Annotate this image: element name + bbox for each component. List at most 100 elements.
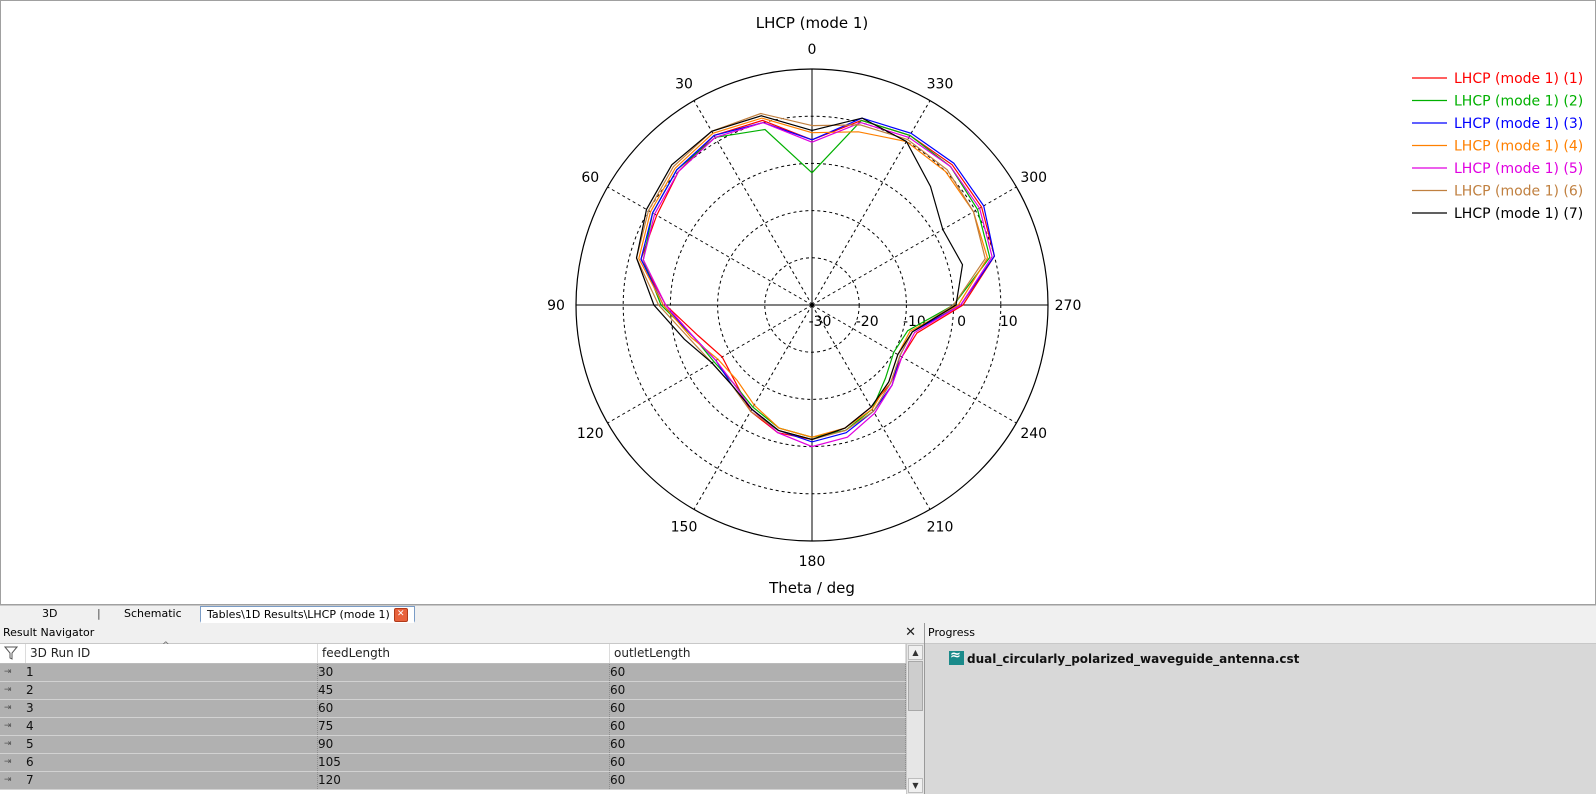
angle-tick-label: 210: [927, 520, 954, 536]
angle-tick-label: 300: [1020, 170, 1047, 186]
tab-schematic[interactable]: Schematic: [118, 606, 188, 623]
column-label: outletLength: [614, 646, 691, 660]
angle-tick-label: 330: [927, 76, 954, 92]
cst-file-icon: [949, 648, 964, 665]
axis-label: Theta / deg: [768, 579, 855, 597]
close-panel-icon[interactable]: ✕: [905, 623, 916, 643]
plot-area: LHCP (mode 1) Theta / deg 0 330 300 270 240 210…: [0, 0, 1596, 605]
table-cell: 60: [318, 700, 610, 717]
table-row[interactable]: ⇥ 3 60 60: [0, 700, 906, 718]
table-cell: 6: [26, 754, 318, 771]
table-row[interactable]: ⇥ 4 75 60: [0, 718, 906, 736]
row-link-icon: ⇥: [4, 667, 12, 677]
tab-3d[interactable]: 3D: [36, 606, 63, 623]
table-cell: 3: [26, 700, 318, 717]
column-header-outletlength[interactable]: outletLength: [610, 644, 906, 663]
scroll-up-icon[interactable]: ▲: [908, 645, 923, 660]
row-link-icon: ⇥: [4, 721, 12, 731]
progress-header: Progress: [925, 623, 1596, 644]
table-cell: 30: [318, 664, 610, 681]
angle-tick-label: 90: [547, 298, 565, 314]
close-tab-icon[interactable]: ✕: [393, 608, 408, 622]
progress-title: Progress: [928, 626, 975, 639]
row-link-icon: ⇥: [4, 739, 12, 749]
series-line-4: [638, 117, 989, 438]
column-header-run-id[interactable]: 3D Run ID ^: [26, 641, 318, 663]
angle-tick-label: 240: [1020, 426, 1047, 442]
table-cell: 60: [610, 682, 906, 699]
table-cell: 60: [610, 718, 906, 735]
filter-icon[interactable]: [0, 644, 26, 663]
grid-header: 3D Run ID ^ feedLength outletLength: [0, 641, 906, 664]
document-tab-bar: 3D | Schematic Tables\1D Results\LHCP (m…: [0, 605, 1596, 623]
tab-separator: |: [97, 607, 101, 620]
table-cell: 60: [610, 664, 906, 681]
progress-panel: Progress dual_circularly_polarized_waveg…: [925, 623, 1596, 794]
angle-tick-label: 180: [799, 554, 826, 570]
legend-entry: LHCP (mode 1) (3): [1454, 116, 1583, 132]
grid-body: ⇥ 1 30 60 ⇥ 2 45 60 ⇥ 3 60 60 ⇥ 4 75 60 ⇥ 5 90 60 ⇥ 6 105 60 ⇥ 7 1…: [0, 664, 906, 794]
column-header-feedlength[interactable]: feedLength: [318, 644, 610, 663]
table-row[interactable]: ⇥ 7 120 60: [0, 772, 906, 790]
table-cell: 2: [26, 682, 318, 699]
tab-schematic-label: Schematic: [124, 607, 182, 620]
radial-tick-label: 0: [957, 314, 966, 330]
angular-grid-line: [811, 100, 931, 306]
column-label: feedLength: [322, 646, 390, 660]
row-link-icon: ⇥: [4, 703, 12, 713]
table-cell: 45: [318, 682, 610, 699]
table-row[interactable]: ⇥ 6 105 60: [0, 754, 906, 772]
radial-tick-label: -20: [856, 314, 879, 330]
scroll-thumb[interactable]: [908, 661, 923, 711]
table-cell: 60: [610, 772, 906, 789]
table-row[interactable]: ⇥ 2 45 60: [0, 682, 906, 700]
table-cell: 90: [318, 736, 610, 753]
table-cell: 7: [26, 772, 318, 789]
legend-entry: LHCP (mode 1) (2): [1454, 94, 1583, 110]
series-line-5: [642, 121, 993, 448]
legend-entry: LHCP (mode 1) (1): [1454, 71, 1583, 87]
series-line-2: [642, 119, 991, 438]
radial-tick-label: 10: [1000, 314, 1018, 330]
angle-tick-label: 150: [671, 520, 698, 536]
chart-title: LHCP (mode 1): [756, 14, 868, 32]
angle-tick-label: 270: [1055, 298, 1082, 314]
progress-item[interactable]: dual_circularly_polarized_waveguide_ante…: [949, 648, 1300, 667]
angular-grid-line: [607, 304, 813, 424]
angle-tick-label: 30: [675, 76, 693, 92]
table-row[interactable]: ⇥ 1 30 60: [0, 664, 906, 682]
polar-chart: LHCP (mode 1)Theta / deg0330300270240210…: [547, 14, 1583, 597]
legend-entry: LHCP (mode 1) (7): [1454, 206, 1583, 222]
column-label: 3D Run ID: [30, 646, 91, 660]
scroll-down-icon[interactable]: ▼: [908, 778, 923, 793]
angle-tick-label: 120: [577, 426, 604, 442]
row-link-icon: ⇥: [4, 757, 12, 767]
result-navigator-title: Result Navigator: [3, 626, 95, 639]
result-navigator-panel: Result Navigator ✕ 3D Run ID ^ feedLengt…: [0, 623, 925, 794]
result-navigator-header: Result Navigator ✕: [0, 623, 924, 644]
tab-lhcp-label: Tables\1D Results\LHCP (mode 1): [207, 608, 390, 621]
progress-item-label: dual_circularly_polarized_waveguide_ante…: [967, 652, 1300, 666]
angle-tick-label: 0: [808, 42, 817, 58]
table-row[interactable]: ⇥ 5 90 60: [0, 736, 906, 754]
table-cell: 60: [610, 736, 906, 753]
angle-tick-label: 60: [581, 170, 599, 186]
radial-tick-label: -30: [809, 314, 832, 330]
table-cell: 60: [610, 754, 906, 771]
angular-grid-line: [811, 186, 1017, 306]
row-link-icon: ⇥: [4, 685, 12, 695]
row-link-icon: ⇥: [4, 775, 12, 785]
table-cell: 75: [318, 718, 610, 735]
table-cell: 1: [26, 664, 318, 681]
table-cell: 5: [26, 736, 318, 753]
legend-entry: LHCP (mode 1) (5): [1454, 161, 1583, 177]
table-cell: 120: [318, 772, 610, 789]
table-cell: 105: [318, 754, 610, 771]
vertical-scrollbar[interactable]: ▲ ▼: [906, 644, 924, 794]
tab-3d-label: 3D: [42, 607, 58, 620]
sort-ascending-icon: ^: [162, 641, 170, 651]
angular-grid-line: [607, 186, 813, 306]
legend-entry: LHCP (mode 1) (4): [1454, 139, 1583, 155]
tab-lhcp-results[interactable]: Tables\1D Results\LHCP (mode 1) ✕: [200, 606, 415, 623]
table-cell: 4: [26, 718, 318, 735]
